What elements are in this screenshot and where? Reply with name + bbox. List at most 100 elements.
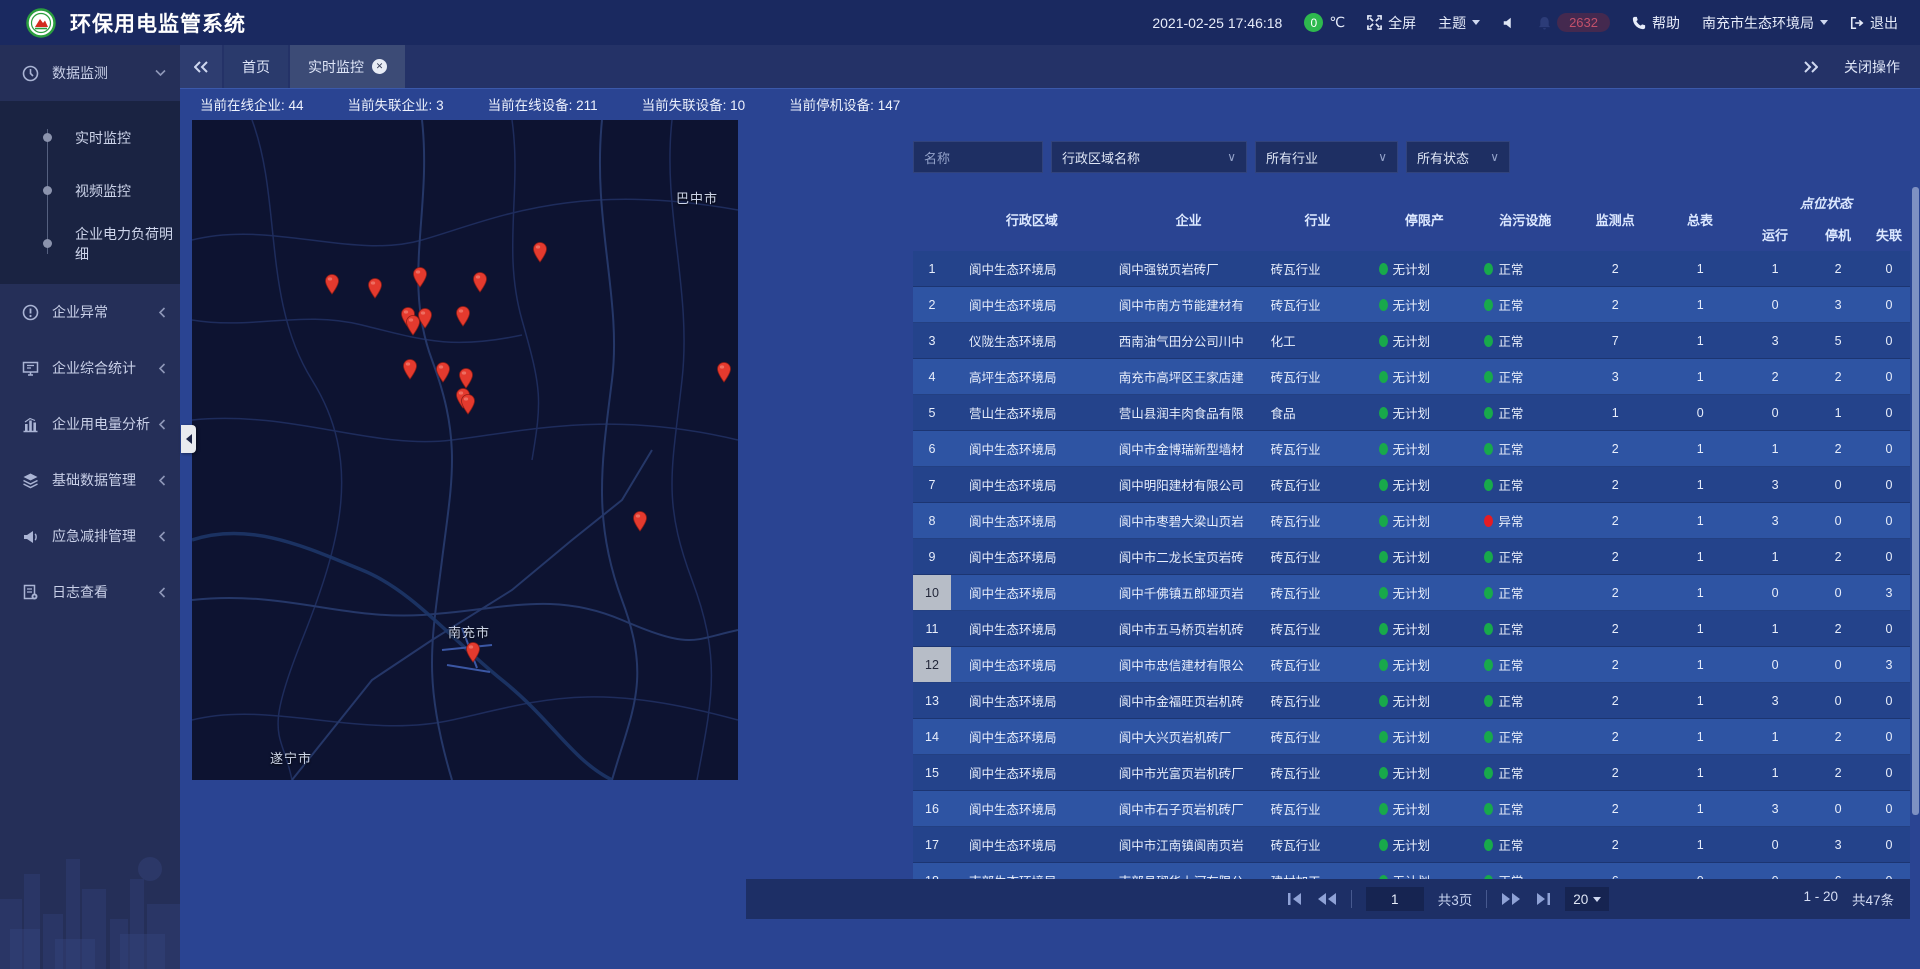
sidebar-collapse-handle[interactable] [181,425,196,453]
table-row[interactable]: 17 阆中生态环境局 阆中市江南镇阆南页岩 砖瓦行业 无计划 正常 2 1 0 … [913,827,1910,863]
tab[interactable]: 实时监控✕ [290,45,405,88]
table-row[interactable]: 14 阆中生态环境局 阆中大兴页岩机砖厂 砖瓦行业 无计划 正常 2 1 1 2… [913,719,1910,755]
table-scrollbar[interactable] [1912,187,1919,815]
org-dropdown[interactable]: 南充市生态环境局 [1702,13,1828,33]
status-dot-icon [1484,335,1493,347]
logout-button[interactable]: 退出 [1850,13,1898,33]
map-pin-icon[interactable] [532,241,548,263]
table-row[interactable]: 7 阆中生态环境局 阆中明阳建材有限公司 砖瓦行业 无计划 正常 2 1 3 0… [913,467,1910,503]
sidebar-section[interactable]: 日志查看 [0,564,180,620]
table-row[interactable]: 9 阆中生态环境局 阆中市二龙长宝页岩砖 砖瓦行业 无计划 正常 2 1 1 2… [913,539,1910,575]
map-pin-icon[interactable] [435,361,451,383]
next-page-button[interactable] [1501,892,1521,906]
sidebar-item[interactable]: 视频监控 [0,164,180,217]
map-pin-icon[interactable] [472,271,488,293]
row-facility-status: 异常 [1478,503,1572,538]
close-operations-button[interactable]: 关闭操作 [1844,57,1900,77]
row-meters: 1 [1658,575,1742,610]
fullscreen-icon [1367,15,1382,30]
notifications[interactable]: 2632 [1538,13,1610,32]
table-row[interactable]: 6 阆中生态环境局 阆中市金博瑞新型墙材 砖瓦行业 无计划 正常 2 1 1 2… [913,431,1910,467]
table-row[interactable]: 13 阆中生态环境局 阆中市金福旺页岩机砖 砖瓦行业 无计划 正常 2 1 3 … [913,683,1910,719]
table-row[interactable]: 15 阆中生态环境局 阆中市光富页岩机砖厂 砖瓦行业 无计划 正常 2 1 1 … [913,755,1910,791]
row-lost: 0 [1868,359,1910,394]
sidebar-item[interactable]: 实时监控 [0,111,180,164]
table-row[interactable]: 8 阆中生态环境局 阆中市枣碧大梁山页岩 砖瓦行业 无计划 异常 2 1 3 0… [913,503,1910,539]
table-row[interactable]: 1 阆中生态环境局 阆中强锐页岩砖厂 砖瓦行业 无计划 正常 2 1 1 2 0 [913,251,1910,287]
map-pin-icon[interactable] [460,393,476,415]
row-lost: 0 [1868,467,1910,502]
map-pin-icon[interactable] [412,266,428,288]
table-row[interactable]: 3 仪陇生态环境局 西南油气田分公司川中 化工 无计划 正常 7 1 3 5 0 [913,323,1910,359]
row-points: 2 [1572,287,1658,322]
row-index: 7 [913,467,951,502]
row-production-status: 无计划 [1371,395,1479,430]
sidebar-section[interactable]: 企业综合统计 [0,340,180,396]
map-pin-icon[interactable] [458,367,474,389]
page-size-select[interactable]: 20 [1565,887,1609,911]
map-pin-icon[interactable] [324,273,340,295]
table-row[interactable]: 11 阆中生态环境局 阆中市五马桥页岩机砖 砖瓦行业 无计划 正常 2 1 1 … [913,611,1910,647]
tab[interactable]: 首页 [224,45,288,88]
row-running: 3 [1742,467,1808,502]
mute-button[interactable] [1502,16,1516,30]
col-stopped: 停机 [1808,217,1868,251]
row-industry: 砖瓦行业 [1265,719,1371,754]
tab-close-icon[interactable]: ✕ [372,59,387,74]
status-dot-icon [1484,731,1493,743]
stat-item: 当前在线设备: 211 [488,94,598,114]
row-facility-status: 正常 [1478,647,1572,682]
sidebar-section[interactable]: 基础数据管理 [0,452,180,508]
row-running: 1 [1742,755,1808,790]
map-pin-icon[interactable] [465,641,481,663]
table-row[interactable]: 10 阆中生态环境局 阆中千佛镇五郎垭页岩 砖瓦行业 无计划 正常 2 1 0 … [913,575,1910,611]
prev-page-button[interactable] [1317,892,1337,906]
map-pin-icon[interactable] [716,361,732,383]
name-search-input[interactable]: 名称 [913,141,1043,173]
sidebar-item[interactable]: 企业电力负荷明细 [0,217,180,270]
table-row[interactable]: 4 高坪生态环境局 南充市高坪区王家店建 砖瓦行业 无计划 正常 3 1 2 2… [913,359,1910,395]
first-page-button[interactable] [1287,892,1303,906]
table-row[interactable]: 2 阆中生态环境局 阆中市南方节能建材有 砖瓦行业 无计划 正常 2 1 0 3… [913,287,1910,323]
map-pin-icon[interactable] [405,314,421,336]
industry-select[interactable]: 所有行业∨ [1255,141,1398,173]
region-select[interactable]: 行政区域名称∨ [1051,141,1247,173]
map-pin-icon[interactable] [632,510,648,532]
row-production-status: 无计划 [1371,827,1479,862]
row-running: 0 [1742,647,1808,682]
row-company: 南充市高坪区王家店建 [1113,359,1265,394]
sidebar-section[interactable]: 企业异常 [0,284,180,340]
stat-item: 当前失联企业: 3 [348,94,444,114]
fullscreen-button[interactable]: 全屏 [1367,13,1416,33]
page-number-input[interactable]: 1 [1366,887,1424,911]
theme-dropdown[interactable]: 主题 [1438,13,1480,33]
status-dot-icon [1379,479,1388,491]
status-select[interactable]: 所有状态∨ [1406,141,1510,173]
chevron-down-icon: ∨ [1378,150,1387,164]
help-button[interactable]: 帮助 [1632,13,1680,33]
tabs-scroll-left-button[interactable] [180,45,222,88]
sidebar-section[interactable]: 应急减排管理 [0,508,180,564]
row-stopped: 0 [1808,575,1868,610]
sidebar-section[interactable]: 数据监测 [0,45,180,101]
map-city-label: 南充市 [448,622,490,641]
double-chevron-right-icon[interactable] [1804,61,1818,73]
map-pin-icon[interactable] [455,305,471,327]
status-dot-icon [1379,515,1388,527]
last-page-button[interactable] [1535,892,1551,906]
table-row[interactable]: 18 南部生态环境局 南部县砌华上河有限公 建材加工 无计划 正常 6 0 0 … [913,863,1910,879]
layers-icon [22,472,39,489]
status-dot-icon [1379,299,1388,311]
status-dot-icon [1484,371,1493,383]
sidebar-section-label: 日志查看 [52,582,108,602]
status-dot-icon [1379,695,1388,707]
table-row[interactable]: 5 营山生态环境局 营山县润丰肉食品有限 食品 无计划 正常 1 0 0 1 0 [913,395,1910,431]
row-company: 阆中市枣碧大梁山页岩 [1113,503,1265,538]
row-points: 2 [1572,251,1658,286]
map-panel[interactable]: 巴中市南充市遂宁市 [192,120,738,780]
map-pin-icon[interactable] [402,358,418,380]
map-pin-icon[interactable] [367,277,383,299]
sidebar-section[interactable]: 企业用电量分析 [0,396,180,452]
table-row[interactable]: 12 阆中生态环境局 阆中市忠信建材有限公 砖瓦行业 无计划 正常 2 1 0 … [913,647,1910,683]
table-row[interactable]: 16 阆中生态环境局 阆中市石子页岩机砖厂 砖瓦行业 无计划 正常 2 1 3 … [913,791,1910,827]
